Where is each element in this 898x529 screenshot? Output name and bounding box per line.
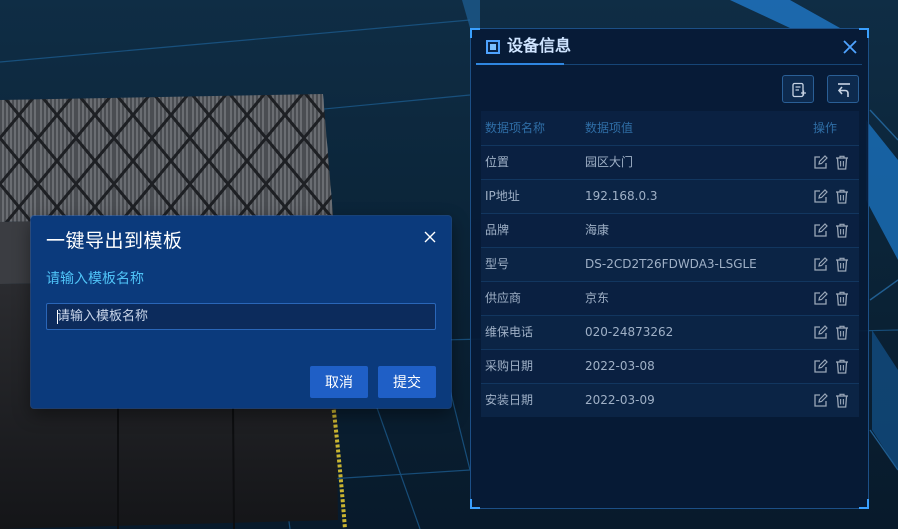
panel-header: 设备信息 [471, 29, 868, 65]
column-header-name: 数据项名称 [485, 121, 546, 135]
data-item-name: 品牌 [485, 223, 510, 237]
table-row: 供应商 京东 [481, 281, 859, 315]
edit-icon[interactable] [813, 257, 828, 272]
title-underline [476, 63, 564, 65]
data-item-value: 2022-03-09 [585, 393, 655, 407]
device-info-panel: 设备信息 数据项名称 数据项值 操作 位置 园区大门 IP地址 192.168.0.3… [470, 28, 869, 509]
cancel-button[interactable]: 取消 [310, 366, 368, 398]
data-item-name: IP地址 [485, 189, 520, 203]
edit-icon[interactable] [813, 155, 828, 170]
data-item-value: 192.168.0.3 [585, 189, 658, 203]
table-row: 采购日期 2022-03-08 [481, 349, 859, 383]
device-icon [486, 40, 500, 54]
delete-icon[interactable] [835, 257, 849, 272]
delete-icon[interactable] [835, 223, 849, 238]
table-row: IP地址 192.168.0.3 [481, 179, 859, 213]
submit-button[interactable]: 提交 [378, 366, 436, 398]
data-item-name: 维保电话 [485, 325, 534, 339]
edit-icon[interactable] [813, 189, 828, 204]
template-name-input[interactable] [46, 303, 436, 330]
table-row: 品牌 海康 [481, 213, 859, 247]
column-header-value: 数据项值 [585, 121, 634, 135]
data-item-name: 安装日期 [485, 393, 534, 407]
table-body: 位置 园区大门 IP地址 192.168.0.3 品牌 海康型号 DS-2CD2T26FDW… [481, 145, 859, 417]
delete-icon[interactable] [835, 325, 849, 340]
back-button[interactable] [827, 75, 859, 103]
panel-corner [859, 499, 869, 509]
text-caret [57, 310, 58, 324]
export-template-icon [792, 82, 806, 98]
table-row: 安装日期 2022-03-09 [481, 383, 859, 417]
panel-title: 设备信息 [507, 36, 572, 55]
data-item-value: 园区大门 [585, 155, 634, 169]
export-template-button[interactable] [782, 75, 814, 103]
table-header: 数据项名称 数据项值 操作 [481, 111, 859, 145]
dialog-title: 一键导出到模板 [46, 230, 183, 252]
column-header-operation: 操作 [813, 121, 838, 135]
edit-icon[interactable] [813, 325, 828, 340]
data-item-value: 2022-03-08 [585, 359, 655, 373]
back-icon [837, 83, 850, 97]
edit-icon[interactable] [813, 393, 828, 408]
export-template-dialog: 一键导出到模板 请输入模板名称 取消 提交 [31, 216, 451, 408]
table-row: 型号 DS-2CD2T26FDWDA3-LSGLE [481, 247, 859, 281]
device-data-table: 数据项名称 数据项值 操作 位置 园区大门 IP地址 192.168.0.3 品牌 海康型… [481, 111, 859, 417]
data-item-name: 型号 [485, 257, 510, 271]
data-item-value: 海康 [585, 223, 610, 237]
data-item-name: 采购日期 [485, 359, 534, 373]
delete-icon[interactable] [835, 393, 849, 408]
table-row: 维保电话 020-24873262 [481, 315, 859, 349]
table-row: 位置 园区大门 [481, 145, 859, 179]
delete-icon[interactable] [835, 359, 849, 374]
edit-icon[interactable] [813, 291, 828, 306]
data-item-value: 京东 [585, 291, 610, 305]
close-icon[interactable] [423, 230, 437, 244]
data-item-name: 位置 [485, 155, 510, 169]
data-item-name: 供应商 [485, 291, 522, 305]
template-name-label: 请输入模板名称 [46, 271, 144, 287]
close-icon[interactable] [842, 39, 858, 55]
delete-icon[interactable] [835, 291, 849, 306]
delete-icon[interactable] [835, 155, 849, 170]
data-item-value: 020-24873262 [585, 325, 674, 339]
data-item-value: DS-2CD2T26FDWDA3-LSGLE [585, 257, 757, 271]
edit-icon[interactable] [813, 359, 828, 374]
delete-icon[interactable] [835, 189, 849, 204]
edit-icon[interactable] [813, 223, 828, 238]
panel-corner [470, 499, 480, 509]
